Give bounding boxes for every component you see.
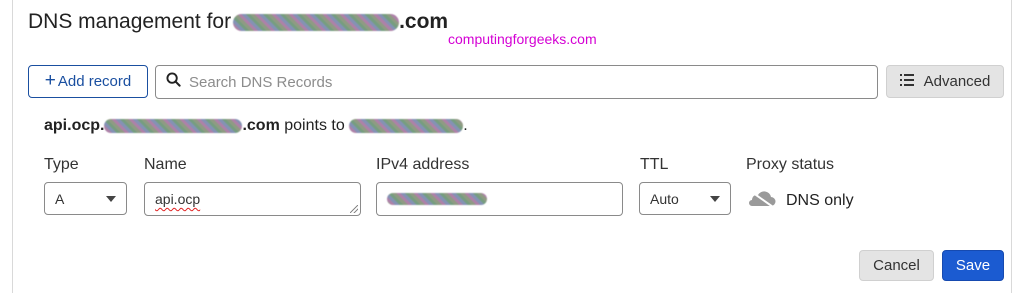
list-filter-icon [899,73,914,90]
advanced-button[interactable]: Advanced [886,65,1004,98]
ttl-value: Auto [650,190,679,207]
chevron-down-icon [106,195,116,202]
record-summary: api.ocp. .com points to . [44,117,468,135]
record-trailing: . [463,117,468,134]
search-input[interactable] [187,72,877,92]
redacted-host [104,118,243,133]
plus-icon: + [44,70,56,91]
proxy-status-label: Proxy status [746,156,835,173]
title-prefix: DNS management for [28,10,232,33]
type-select[interactable]: A [44,182,127,215]
watermark-text: computingforgeeks.com [448,31,597,47]
type-value: A [55,190,65,207]
search-box[interactable] [155,65,878,99]
resize-handle-icon[interactable] [350,205,358,213]
record-host-prefix: api.ocp. [44,117,105,134]
save-button[interactable]: Save [942,250,1004,281]
redacted-domain [233,13,400,31]
points-to-text: points to [284,117,345,134]
ipv4-label: IPv4 address [376,156,470,173]
search-icon [166,72,181,92]
name-label: Name [144,156,187,173]
proxy-status[interactable]: DNS only [746,188,854,213]
record-host-suffix: .com [242,117,280,134]
page-title: DNS management for .com [28,10,448,34]
cloud-icon [746,188,776,213]
cancel-button[interactable]: Cancel [859,250,934,281]
proxy-status-value: DNS only [786,191,854,209]
add-record-label: Add record [57,73,132,90]
ttl-select[interactable]: Auto [639,182,731,215]
name-value: api.ocp [155,191,201,207]
redacted-ipv4 [387,193,487,205]
redacted-ip [349,118,464,133]
title-suffix: .com [399,10,449,33]
name-field[interactable]: api.ocp [144,182,361,216]
advanced-label: Advanced [923,73,991,90]
ipv4-field[interactable] [376,182,623,216]
chevron-down-icon [710,195,720,202]
add-record-button[interactable]: + Add record [28,65,148,98]
ttl-label: TTL [640,156,669,173]
type-label: Type [44,156,79,173]
